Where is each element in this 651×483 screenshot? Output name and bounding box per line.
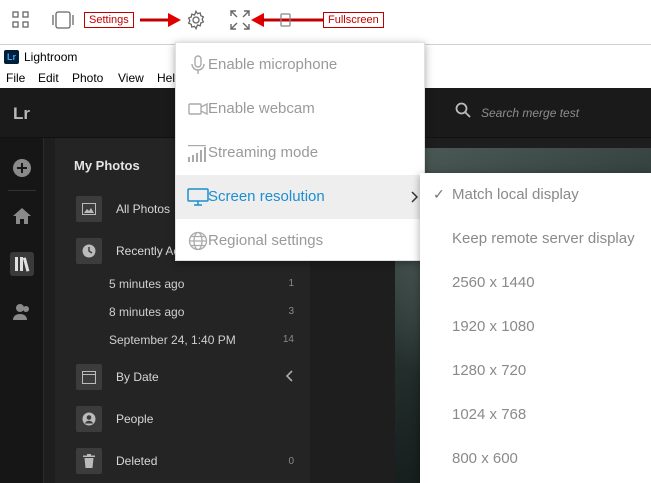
add-photos-icon[interactable]: [10, 156, 34, 180]
session-toolbar: Settings Fullscreen: [0, 0, 651, 42]
left-rail: [0, 138, 44, 483]
microphone-icon: [187, 54, 209, 76]
search-icon: [455, 102, 471, 123]
shared-people-icon[interactable]: [10, 300, 34, 324]
library-icon[interactable]: [10, 252, 34, 276]
deleted-label: Deleted: [116, 454, 158, 468]
recent-item[interactable]: September 24, 1:40 PM 14: [55, 331, 310, 351]
menu-view[interactable]: View: [118, 71, 144, 85]
menu-item-label: Regional settings: [208, 232, 324, 249]
by-date-label: By Date: [116, 370, 159, 384]
panel-heading: My Photos: [74, 158, 140, 173]
resolution-option-2560x1440[interactable]: 2560 x 1440: [420, 261, 651, 305]
recent-item[interactable]: 8 minutes ago 3: [55, 303, 310, 323]
resolution-option-label: Match local display: [452, 186, 579, 203]
resolution-option-label: Keep remote server display: [452, 230, 635, 247]
recent-item-count: 1: [288, 278, 294, 289]
fullscreen-callout: Fullscreen: [323, 12, 384, 28]
people-item[interactable]: People: [55, 402, 310, 432]
recent-item-count: 3: [288, 306, 294, 317]
menu-item-regional-settings[interactable]: Regional settings: [176, 219, 424, 263]
resolution-option-label: 1920 x 1080: [452, 318, 535, 335]
resolution-submenu: ✓ Match local display Keep remote server…: [420, 173, 651, 483]
settings-callout: Settings: [84, 12, 134, 28]
trash-icon: [76, 448, 102, 474]
menu-file[interactable]: File: [6, 71, 25, 85]
devices-icon[interactable]: [276, 8, 300, 32]
resolution-option-800x600[interactable]: 800 x 600: [420, 437, 651, 481]
menu-item-enable-microphone[interactable]: Enable microphone: [176, 43, 424, 87]
resolution-option-label: 2560 x 1440: [452, 274, 535, 291]
window-title: Lightroom: [24, 50, 78, 64]
menu-item-screen-resolution[interactable]: Screen resolution: [176, 175, 424, 219]
photo-icon: [76, 196, 102, 222]
menu-item-enable-webcam[interactable]: Enable webcam: [176, 87, 424, 131]
resolution-option-label: 1280 x 720: [452, 362, 527, 379]
menu-item-label: Enable microphone: [208, 56, 338, 73]
menu-item-label: Screen resolution: [208, 188, 325, 205]
recent-item[interactable]: 5 minutes ago 1: [55, 275, 310, 295]
resolution-option-1280x720[interactable]: 1280 x 720: [420, 349, 651, 393]
menu-photo[interactable]: Photo: [72, 71, 103, 85]
monitor-icon: [187, 186, 209, 208]
chevron-right-icon: [411, 190, 419, 208]
deleted-item[interactable]: Deleted 0: [55, 444, 310, 474]
recently-added-label: Recently Ac: [116, 244, 180, 258]
resolution-option-1024x768[interactable]: 1024 x 768: [420, 393, 651, 437]
resolution-option-1920x1080[interactable]: 1920 x 1080: [420, 305, 651, 349]
resolution-option-label: 800 x 600: [452, 450, 518, 467]
people-label: People: [116, 412, 154, 426]
menu-item-label: Streaming mode: [208, 144, 319, 161]
globe-icon: [187, 230, 209, 252]
recent-item-label: 8 minutes ago: [109, 305, 185, 319]
resolution-option-keep-remote[interactable]: Keep remote server display: [420, 217, 651, 261]
tablet-icon[interactable]: [52, 8, 76, 32]
rail-divider: [8, 190, 36, 191]
gear-icon[interactable]: [184, 8, 208, 32]
person-icon: [76, 406, 102, 432]
checkmark-icon: ✓: [433, 186, 445, 202]
by-date-item[interactable]: By Date: [55, 360, 310, 390]
resolution-option-match-local[interactable]: ✓ Match local display: [420, 173, 651, 217]
clock-icon: [76, 238, 102, 264]
settings-callout-arrow: [140, 13, 181, 27]
search-bar[interactable]: Search merge test: [455, 102, 579, 123]
resolution-option-label: 1024 x 768: [452, 406, 527, 423]
recent-item-label: 5 minutes ago: [109, 277, 185, 291]
webcam-icon: [187, 98, 209, 120]
menu-item-streaming-mode[interactable]: Streaming mode: [176, 131, 424, 175]
lr-brand-mark: Lr: [13, 104, 30, 123]
calendar-icon: [76, 364, 102, 390]
expand-icon[interactable]: [228, 8, 252, 32]
menu-edit[interactable]: Edit: [38, 71, 59, 85]
settings-menu: Enable microphone Enable webcam Streamin…: [175, 42, 425, 261]
menu-item-label: Enable webcam: [208, 100, 315, 117]
menu-help[interactable]: Hel: [157, 71, 175, 85]
search-input[interactable]: Search merge test: [481, 106, 579, 120]
recent-item-label: September 24, 1:40 PM: [109, 333, 236, 347]
signal-bars-icon: [187, 142, 209, 164]
home-icon[interactable]: [10, 204, 34, 228]
lightroom-logo: Lr: [4, 50, 19, 64]
recent-item-count: 14: [282, 334, 294, 345]
grid-icon[interactable]: [9, 8, 33, 32]
chevron-left-icon[interactable]: [285, 369, 294, 387]
all-photos-label: All Photos: [116, 202, 171, 216]
deleted-count: 0: [288, 456, 294, 467]
